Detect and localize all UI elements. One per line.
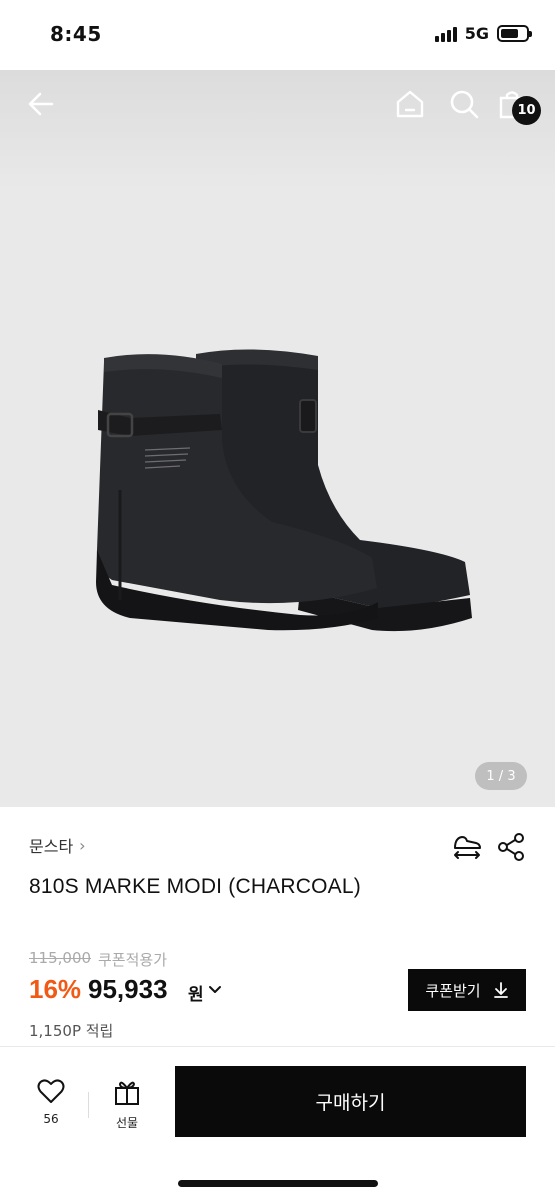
rain-boots-image [96,349,472,632]
cart-count-badge: 10 [512,96,541,125]
currency-label: 원 [188,985,204,1005]
chevron-right-icon: › [79,835,86,855]
status-indicators: 5G [434,24,532,43]
like-count: 56 [43,1112,59,1126]
search-icon[interactable] [448,88,480,120]
size-guide-icon[interactable] [452,832,482,862]
divider [0,1046,555,1047]
sale-price: 95,933 [88,974,168,1004]
gift-button[interactable]: 선물 [105,1078,149,1131]
home-icon[interactable] [394,88,426,120]
brand-link[interactable]: 문스타 › [29,833,86,857]
buy-button[interactable]: 구매하기 [175,1066,526,1137]
signal-icon [434,26,457,42]
price-detail-chevron-icon[interactable] [208,985,222,995]
original-price: 115,000 [29,949,92,967]
network-label: 5G [464,24,489,43]
back-arrow-icon[interactable] [26,88,58,120]
image-pager: 1 / 3 [475,762,527,790]
share-icon[interactable] [496,832,526,862]
gift-icon [115,1081,139,1105]
home-indicator [178,1180,378,1187]
get-coupon-button[interactable]: 쿠폰받기 [408,969,526,1011]
get-coupon-label: 쿠폰받기 [425,981,481,1000]
battery-icon [497,25,532,42]
status-time: 8:45 [50,22,102,46]
reward-points: 1,150P 적립 [29,1022,114,1040]
coupon-applied-label: 쿠폰적용가 [98,951,168,969]
like-button[interactable]: 56 [29,1078,73,1126]
download-icon [493,982,508,998]
product-title: 810S MARKE MODI (CHARCOAL) [29,875,361,898]
discount-rate: 16% [29,974,82,1004]
brand-name: 문스타 [29,837,74,856]
status-bar: 8:45 5G [0,0,555,70]
divider [88,1092,89,1118]
gift-label: 선물 [115,1116,139,1130]
product-image-carousel[interactable]: 10 1 / 3 [0,70,555,807]
heart-icon [37,1079,65,1103]
